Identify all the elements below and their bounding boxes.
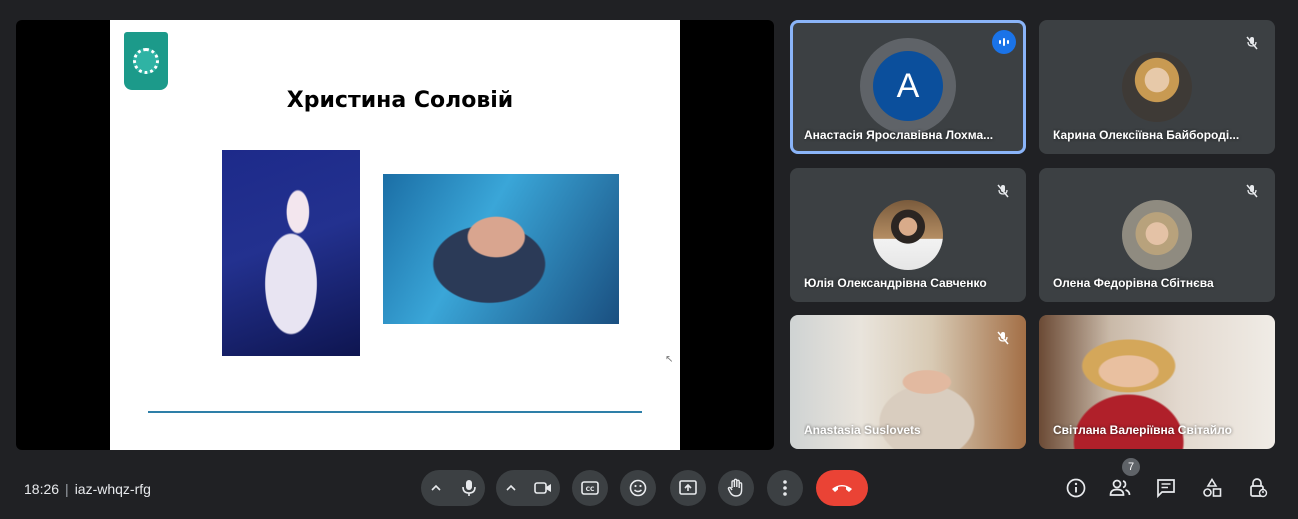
camera-icon[interactable] — [534, 481, 552, 495]
meeting-code: iaz-whqz-rfg — [74, 481, 151, 497]
participant-tile-2[interactable]: Карина Олексіївна Байбороді... — [1039, 20, 1275, 154]
participant-name: Карина Олексіївна Байбороді... — [1053, 128, 1240, 142]
chat-button[interactable] — [1154, 476, 1178, 500]
activities-button[interactable] — [1200, 476, 1224, 500]
camera-control — [496, 470, 560, 506]
mic-off-icon — [992, 180, 1014, 202]
activities-icon — [1202, 478, 1222, 498]
more-options-button[interactable] — [767, 470, 803, 506]
mic-off-icon — [1241, 32, 1263, 54]
reactions-button[interactable] — [620, 470, 656, 506]
mic-off-icon — [1241, 180, 1263, 202]
participant-name: Анастасія Ярославівна Лохма... — [804, 128, 994, 142]
singer-photo-portrait — [383, 174, 619, 324]
university-logo — [124, 32, 168, 90]
participant-tile-5[interactable]: Anastasia Suslovets — [790, 315, 1026, 449]
camera-options-chevron-icon[interactable] — [506, 483, 516, 493]
microphone-icon[interactable] — [461, 479, 477, 497]
captions-button[interactable]: CC — [572, 470, 608, 506]
svg-text:CC: CC — [586, 486, 595, 493]
end-call-button[interactable] — [816, 470, 868, 506]
participant-name: Anastasia Suslovets — [804, 423, 921, 437]
participant-tile-6[interactable]: Світлана Валеріївна Світайло — [1039, 315, 1275, 449]
lock-person-icon — [1248, 478, 1268, 498]
present-screen-icon — [679, 480, 697, 496]
slide-divider — [148, 411, 642, 413]
slide-title: Христина Соловій — [286, 88, 514, 113]
present-button[interactable] — [670, 470, 706, 506]
meeting-time: 18:26 — [24, 481, 60, 497]
people-button[interactable] — [1108, 476, 1132, 500]
participant-name: Олена Федорівна Сбітнєва — [1053, 276, 1214, 290]
participant-tile-4[interactable]: Олена Федорівна Сбітнєва — [1039, 168, 1275, 302]
info-icon — [1066, 478, 1086, 498]
avatar — [873, 200, 943, 270]
participant-tile-3[interactable]: Юлія Олександрівна Савченко — [790, 168, 1026, 302]
raise-hand-icon — [727, 478, 745, 498]
raise-hand-button[interactable] — [718, 470, 754, 506]
meeting-details-button[interactable] — [1064, 476, 1088, 500]
participant-name: Юлія Олександрівна Савченко — [804, 276, 987, 290]
microphone-control — [421, 470, 485, 506]
avatar — [1122, 200, 1192, 270]
participant-name: Світлана Валеріївна Світайло — [1053, 423, 1232, 437]
avatar — [1122, 52, 1192, 122]
more-options-icon — [783, 480, 787, 496]
presentation-stage: Христина Соловій ↖ — [16, 20, 774, 450]
people-icon — [1109, 479, 1131, 497]
people-count-badge: 7 — [1122, 458, 1140, 476]
participant-tile-1[interactable]: A Анастасія Ярославівна Лохма... — [790, 20, 1026, 154]
slide: Христина Соловій ↖ — [110, 20, 680, 450]
end-call-icon — [830, 482, 854, 494]
meeting-separator: | — [65, 481, 69, 497]
meeting-info: 18:26 | iaz-whqz-rfg — [24, 481, 151, 497]
singer-photo-stage — [222, 150, 360, 356]
avatar: A — [860, 38, 956, 134]
emoji-icon — [629, 479, 647, 497]
mic-off-icon — [992, 327, 1014, 349]
mic-options-chevron-icon[interactable] — [431, 483, 441, 493]
cursor-icon: ↖ — [665, 354, 674, 365]
chat-icon — [1156, 478, 1176, 498]
host-controls-button[interactable] — [1246, 476, 1270, 500]
speaking-indicator-icon — [992, 30, 1016, 54]
bottom-toolbar: 18:26 | iaz-whqz-rfg CC 7 — [0, 456, 1298, 519]
captions-icon: CC — [581, 481, 599, 495]
